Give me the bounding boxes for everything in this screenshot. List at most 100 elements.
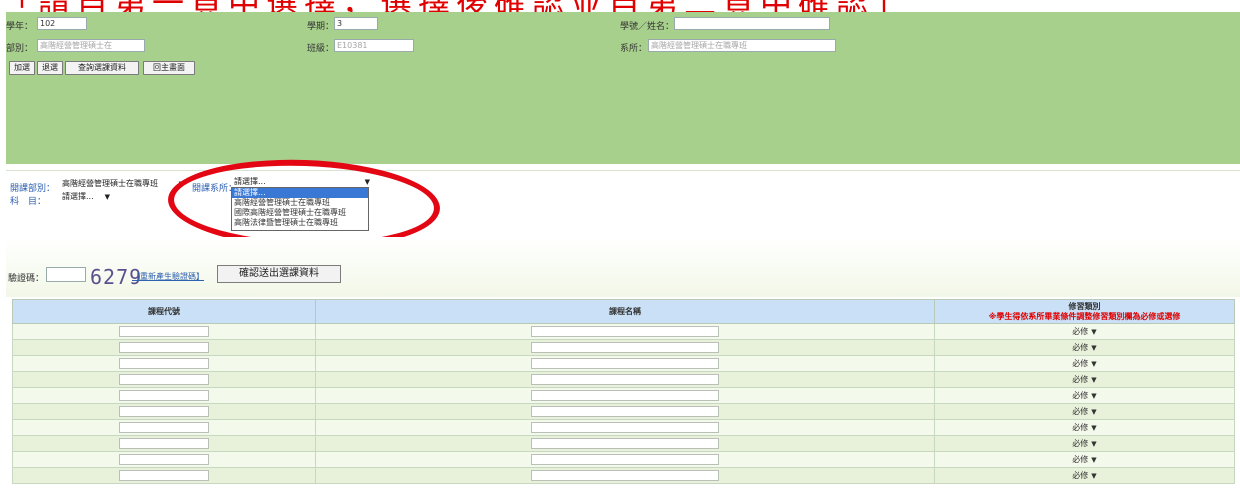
home-button[interactable]: 回主畫面 [143, 61, 195, 75]
student-id-field[interactable] [674, 17, 830, 30]
course-name-input[interactable] [531, 470, 719, 481]
term-label: 學期： [307, 22, 335, 32]
dropdown-option[interactable]: 請選擇... [232, 188, 368, 198]
course-type-value: 必修 [1072, 471, 1089, 480]
course-name-input[interactable] [531, 374, 719, 385]
course-type-select[interactable]: 必修 ▼ [1072, 407, 1096, 416]
course-code-input[interactable] [119, 406, 209, 417]
course-type-select[interactable]: 必修 ▼ [1072, 375, 1096, 384]
course-type-value: 必修 [1072, 375, 1089, 384]
division-label: 部別： [6, 44, 34, 54]
course-type-select[interactable]: 必修 ▼ [1072, 391, 1096, 400]
course-type-select[interactable]: 必修 ▼ [1072, 343, 1096, 352]
add-course-button[interactable]: 加選 [9, 61, 35, 75]
query-course-button[interactable]: 查詢選課資料 [65, 61, 139, 75]
course-code-input[interactable] [119, 326, 209, 337]
table-row: 必修 ▼ [12, 387, 1235, 404]
course-code-cell [12, 371, 316, 388]
dropdown-option[interactable]: 國際高階經營管理碩士在職專班 [232, 208, 368, 218]
course-type-cell: 必修 ▼ [934, 435, 1235, 452]
course-code-cell [12, 419, 316, 436]
course-name-input[interactable] [531, 358, 719, 369]
course-name-input[interactable] [531, 422, 719, 433]
course-type-select[interactable]: 必修 ▼ [1072, 327, 1096, 336]
course-name-input[interactable] [531, 326, 719, 337]
course-code-input[interactable] [119, 390, 209, 401]
year-field[interactable]: 102 [37, 17, 87, 30]
course-type-cell: 必修 ▼ [934, 355, 1235, 372]
course-type-select[interactable]: 必修 ▼ [1072, 439, 1096, 448]
subject-select[interactable]: 請選擇... ▼ [62, 191, 112, 204]
course-name-input[interactable] [531, 454, 719, 465]
offering-division-select[interactable]: 高階經營管理碩士在職專班 ▼ [62, 178, 186, 191]
course-name-cell [315, 339, 935, 356]
student-id-label: 學號／姓名： [620, 22, 675, 32]
course-type-value: 必修 [1072, 359, 1089, 368]
table-row: 必修 ▼ [12, 323, 1235, 340]
chevron-down-icon: ▼ [1091, 472, 1097, 480]
course-code-input[interactable] [119, 358, 209, 369]
course-code-cell [12, 387, 316, 404]
course-name-input[interactable] [531, 342, 719, 353]
course-type-select[interactable]: 必修 ▼ [1072, 423, 1096, 432]
course-name-input[interactable] [531, 438, 719, 449]
course-name-cell [315, 387, 935, 404]
course-code-cell [12, 403, 316, 420]
course-type-value: 必修 [1072, 455, 1089, 464]
offering-division-value: 高階經營管理碩士在職專班 [62, 179, 158, 188]
course-type-header: 修習類別 ※學生得依系所畢業條件調整修習類別欄為必修或選修 [934, 299, 1235, 324]
course-code-cell [12, 355, 316, 372]
chevron-down-icon: ▼ [1091, 360, 1097, 368]
course-type-cell: 必修 ▼ [934, 467, 1235, 484]
instruction-banner-text: 「請自第一頁中選擇，選擇後確認並自第二頁中確認」 [0, 0, 912, 12]
chevron-down-icon: ▼ [1091, 376, 1097, 384]
regenerate-code-link[interactable]: 【重新產生驗證碼】 [132, 271, 204, 282]
confirm-submit-button[interactable]: 確認送出選課資料 [217, 265, 341, 283]
course-code-input[interactable] [119, 438, 209, 449]
course-type-value: 必修 [1072, 423, 1089, 432]
division-field[interactable]: 高階經營管理碩士在 [37, 39, 145, 52]
verification-input[interactable] [46, 267, 86, 282]
class-field[interactable]: E10381 [334, 39, 414, 52]
course-code-cell [12, 451, 316, 468]
course-type-note: ※學生得依系所畢業條件調整修習類別欄為必修或選修 [988, 312, 1181, 321]
course-selection-table: 課程代號 課程名稱 修習類別 ※學生得依系所畢業條件調整修習類別欄為必修或選修 … [12, 299, 1235, 484]
chevron-down-icon: ▼ [1091, 456, 1097, 464]
course-type-select[interactable]: 必修 ▼ [1072, 455, 1096, 464]
course-type-cell: 必修 ▼ [934, 403, 1235, 420]
table-row: 必修 ▼ [12, 339, 1235, 356]
drop-course-button[interactable]: 退選 [37, 61, 63, 75]
course-code-input[interactable] [119, 470, 209, 481]
dropdown-option[interactable]: 高階法律暨管理碩士在職專班 [232, 218, 368, 228]
course-code-input[interactable] [119, 374, 209, 385]
subject-label: 科 目： [10, 197, 47, 207]
course-type-value: 必修 [1072, 407, 1089, 416]
course-name-header: 課程名稱 [315, 299, 935, 324]
chevron-down-icon: ▼ [1091, 424, 1097, 432]
course-name-cell [315, 467, 935, 484]
course-type-select[interactable]: 必修 ▼ [1072, 359, 1096, 368]
term-field[interactable]: 3 [334, 17, 378, 30]
course-type-cell: 必修 ▼ [934, 451, 1235, 468]
course-code-cell [12, 323, 316, 340]
course-name-input[interactable] [531, 406, 719, 417]
course-code-input[interactable] [119, 342, 209, 353]
course-name-cell [315, 323, 935, 340]
course-type-cell: 必修 ▼ [934, 371, 1235, 388]
table-row: 必修 ▼ [12, 371, 1235, 388]
course-code-input[interactable] [119, 422, 209, 433]
course-name-input[interactable] [531, 390, 719, 401]
chevron-down-icon: ▼ [1091, 328, 1097, 336]
course-type-cell: 必修 ▼ [934, 323, 1235, 340]
department-label: 系所： [620, 44, 648, 54]
course-type-select[interactable]: 必修 ▼ [1072, 471, 1096, 480]
table-row: 必修 ▼ [12, 419, 1235, 436]
course-code-input[interactable] [119, 454, 209, 465]
table-row: 必修 ▼ [12, 355, 1235, 372]
chevron-down-icon: ▼ [1091, 392, 1097, 400]
course-code-header: 課程代號 [12, 299, 316, 324]
department-field[interactable]: 高階經營管理碩士在職專班 [648, 39, 836, 52]
year-label: 學年： [6, 22, 34, 32]
course-code-cell [12, 435, 316, 452]
dropdown-option[interactable]: 高階經營管理碩士在職專班 [232, 198, 368, 208]
